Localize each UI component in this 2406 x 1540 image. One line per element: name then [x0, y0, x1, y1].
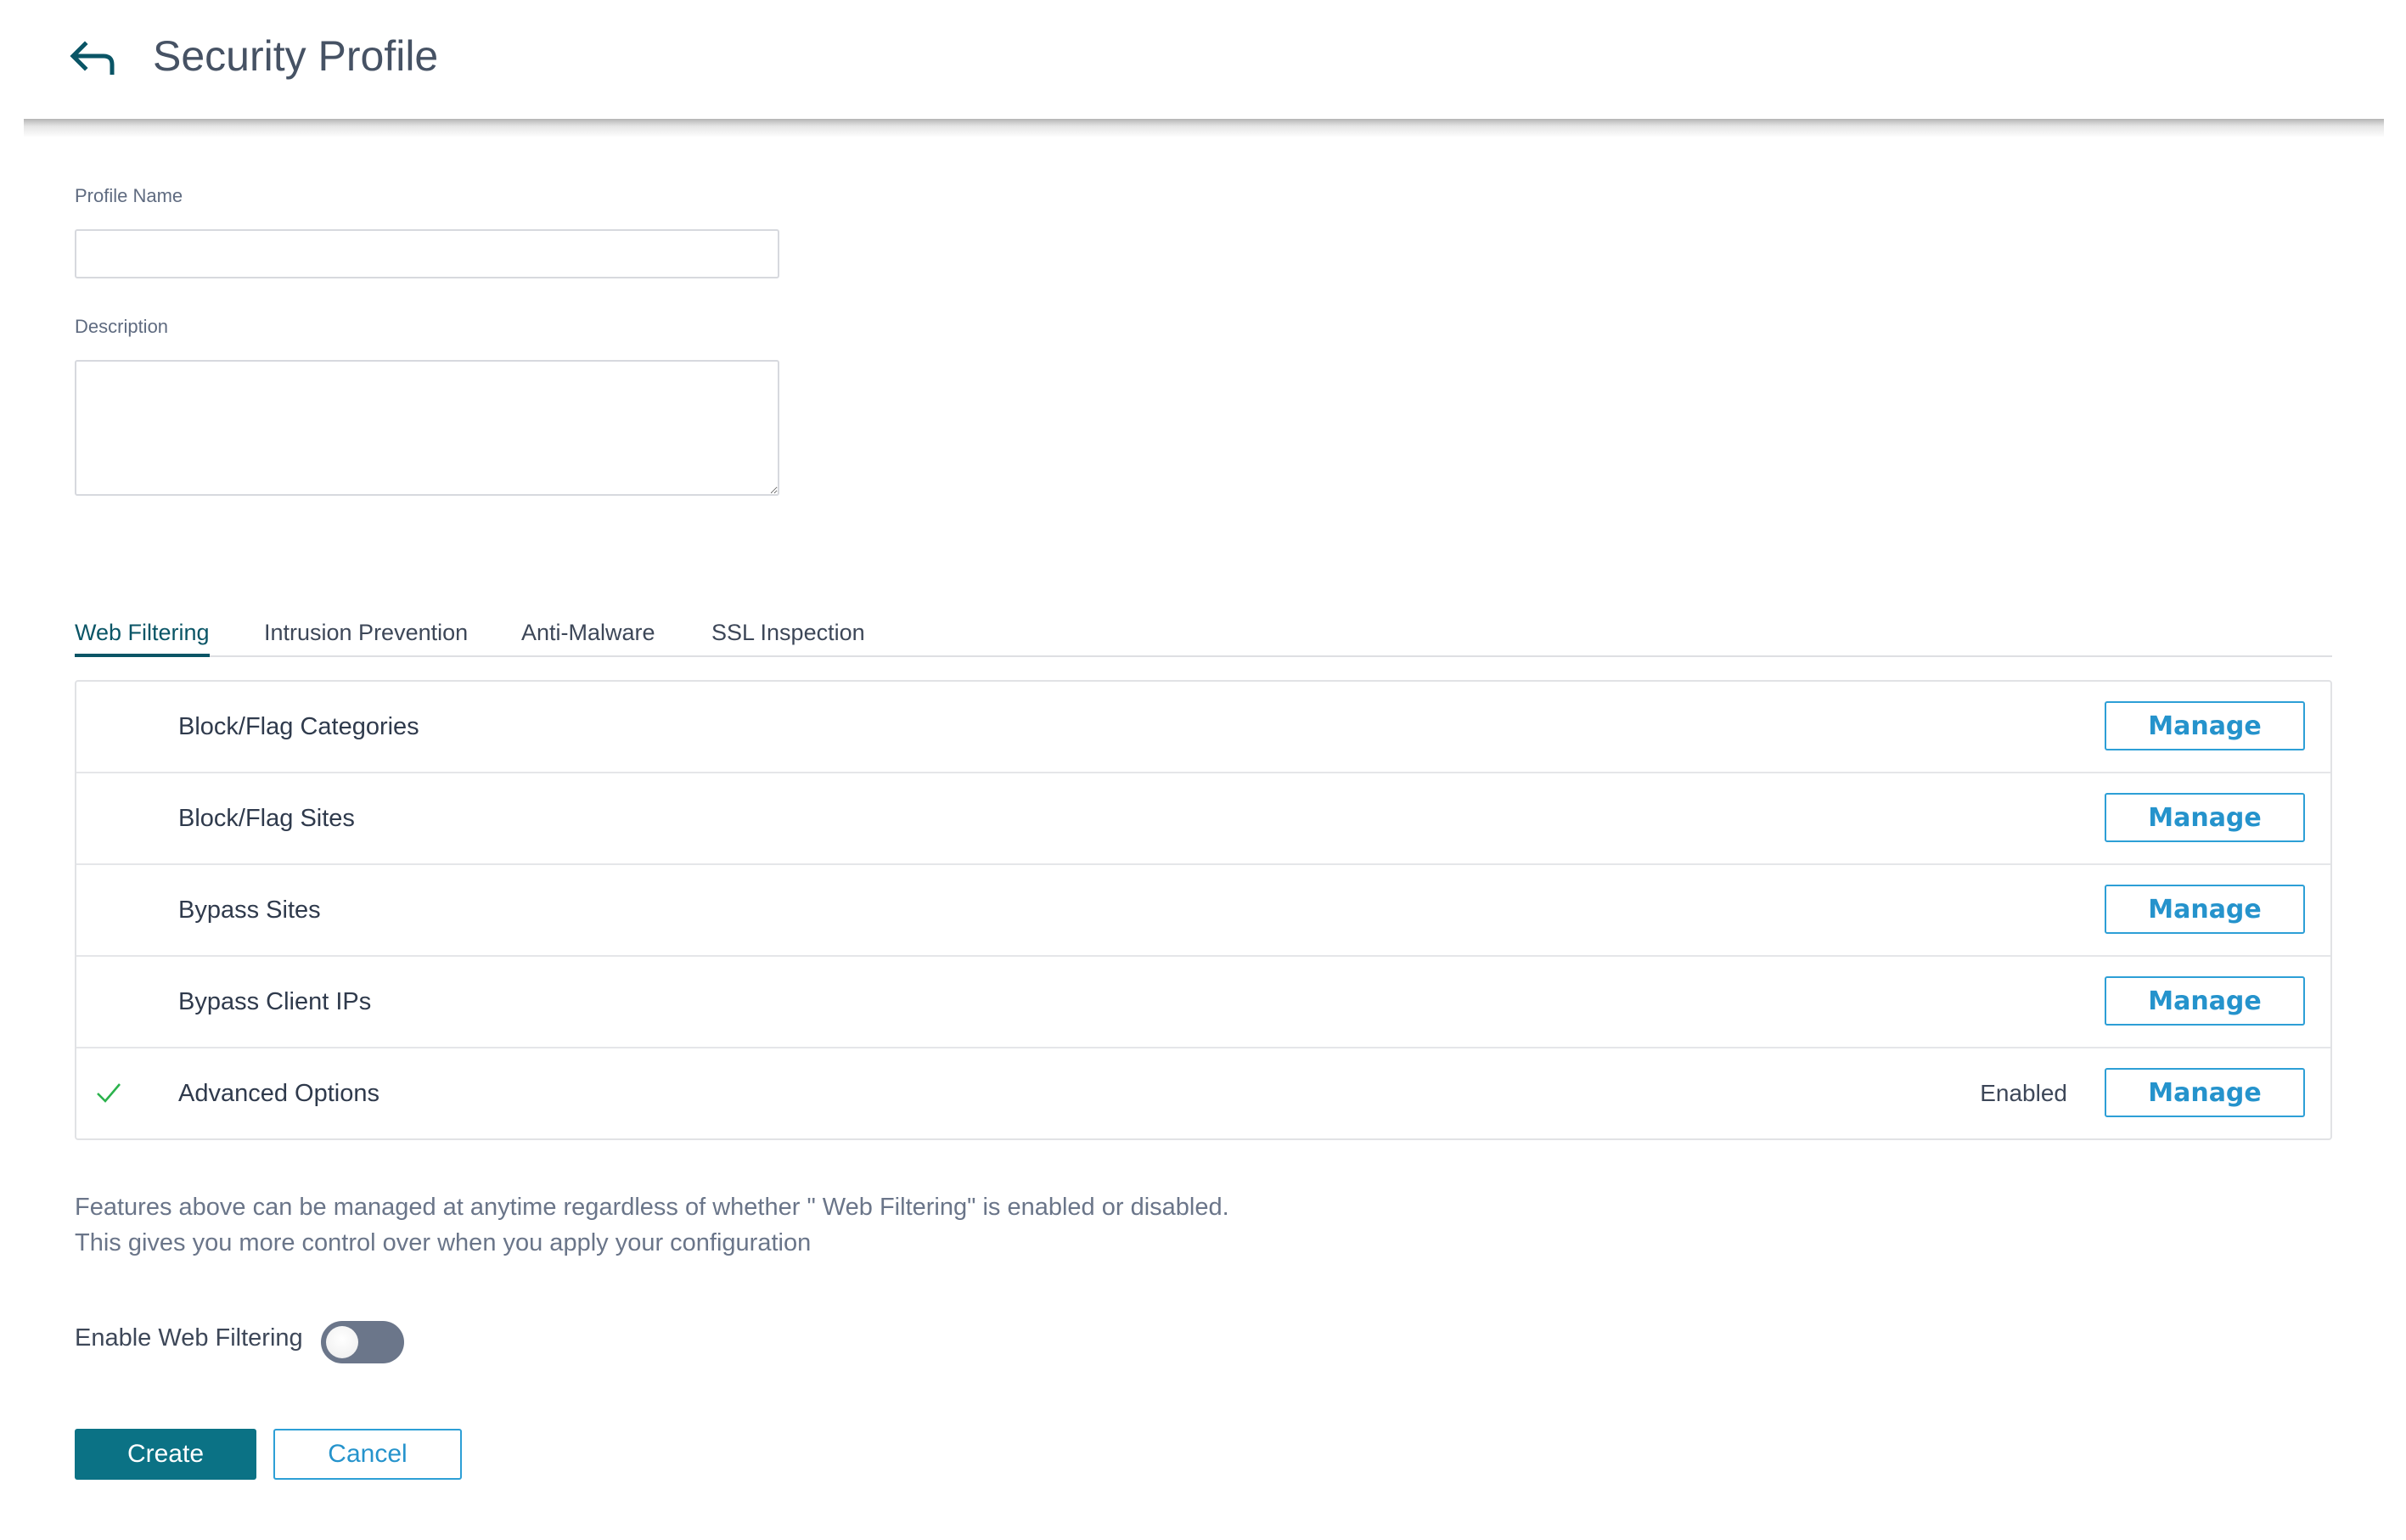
- feature-label: Advanced Options: [178, 1080, 379, 1107]
- back-button[interactable]: [68, 39, 119, 78]
- page-title: Security Profile: [153, 32, 439, 80]
- checkmark-icon: [97, 1083, 121, 1103]
- feature-label: Bypass Sites: [178, 896, 321, 924]
- header-divider: [24, 119, 2384, 138]
- profile-name-label: Profile Name: [75, 185, 183, 206]
- feature-row-advanced-options: Advanced Options Enabled Manage: [76, 1048, 2330, 1138]
- web-filtering-features-table: Block/Flag Categories Manage Block/Flag …: [75, 680, 2332, 1140]
- feature-row-block-flag-categories: Block/Flag Categories Manage: [76, 682, 2330, 773]
- back-arrow-icon: [70, 41, 115, 75]
- create-button[interactable]: Create: [75, 1429, 256, 1480]
- page-header: Security Profile: [0, 0, 2406, 119]
- feature-label: Block/Flag Sites: [178, 805, 355, 832]
- enable-web-filtering-label: Enable Web Filtering: [75, 1324, 303, 1352]
- manage-block-flag-categories-button[interactable]: Manage: [2105, 701, 2305, 750]
- info-note-line-1: Features above can be managed at anytime…: [75, 1194, 1229, 1221]
- feature-row-bypass-client-ips: Bypass Client IPs Manage: [76, 957, 2330, 1048]
- status-text: Enabled: [1980, 1080, 2067, 1106]
- tab-ssl-inspection[interactable]: SSL Inspection: [711, 618, 865, 654]
- profile-name-input[interactable]: [75, 229, 779, 278]
- feature-row-bypass-sites: Bypass Sites Manage: [76, 865, 2330, 957]
- feature-label: Block/Flag Categories: [178, 713, 419, 740]
- tab-intrusion-prevention[interactable]: Intrusion Prevention: [264, 618, 468, 654]
- manage-bypass-sites-button[interactable]: Manage: [2105, 885, 2305, 934]
- tab-web-filtering[interactable]: Web Filtering: [75, 618, 210, 657]
- info-note-line-2: This gives you more control over when yo…: [75, 1229, 812, 1256]
- manage-block-flag-sites-button[interactable]: Manage: [2105, 793, 2305, 842]
- feature-tabs: Web Filtering Intrusion Prevention Anti-…: [75, 611, 2332, 657]
- cancel-button[interactable]: Cancel: [273, 1429, 462, 1480]
- manage-bypass-client-ips-button[interactable]: Manage: [2105, 976, 2305, 1026]
- feature-row-block-flag-sites: Block/Flag Sites Manage: [76, 773, 2330, 865]
- description-label: Description: [75, 316, 169, 337]
- description-textarea[interactable]: [75, 360, 779, 496]
- toggle-knob: [326, 1326, 358, 1358]
- manage-advanced-options-button[interactable]: Manage: [2105, 1068, 2305, 1117]
- enable-web-filtering-toggle[interactable]: [321, 1321, 404, 1363]
- feature-label: Bypass Client IPs: [178, 988, 372, 1015]
- tab-anti-malware[interactable]: Anti-Malware: [521, 618, 655, 654]
